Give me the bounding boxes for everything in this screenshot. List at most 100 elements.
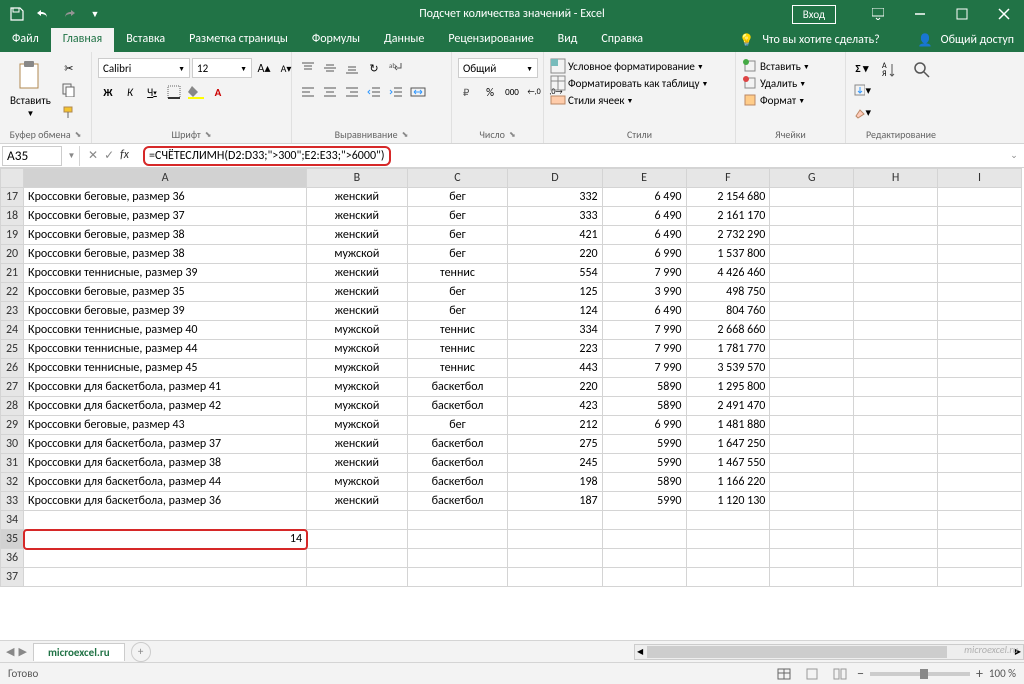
cell[interactable]: бег: [407, 245, 508, 264]
row-header[interactable]: 37: [1, 568, 24, 587]
align-middle-icon[interactable]: [320, 58, 340, 78]
cell[interactable]: [770, 378, 854, 397]
cell[interactable]: [938, 340, 1022, 359]
increase-indent-icon[interactable]: [386, 82, 406, 102]
cell[interactable]: [770, 492, 854, 511]
cell[interactable]: [307, 511, 408, 530]
cell[interactable]: [854, 378, 938, 397]
add-sheet-icon[interactable]: +: [131, 642, 151, 662]
cell[interactable]: [854, 568, 938, 587]
cell[interactable]: [770, 340, 854, 359]
clipboard-launcher-icon[interactable]: ⬊: [75, 130, 82, 140]
row-header[interactable]: 18: [1, 207, 24, 226]
cell[interactable]: [938, 454, 1022, 473]
cell[interactable]: [938, 435, 1022, 454]
share-button[interactable]: Общий доступ: [941, 33, 1014, 47]
cell[interactable]: 4 426 460: [686, 264, 770, 283]
cell[interactable]: Кроссовки для баскетбола, размер 38: [24, 454, 307, 473]
cell[interactable]: [854, 549, 938, 568]
cell[interactable]: баскетбол: [407, 378, 508, 397]
cell[interactable]: [854, 321, 938, 340]
cell[interactable]: бег: [407, 226, 508, 245]
wrap-text-icon[interactable]: ab: [386, 58, 406, 78]
cell[interactable]: [854, 397, 938, 416]
align-launcher-icon[interactable]: ⬊: [402, 130, 409, 140]
tab-home[interactable]: Главная: [51, 28, 114, 52]
cell[interactable]: Кроссовки для баскетбола, размер 41: [24, 378, 307, 397]
tab-next-icon[interactable]: ▶: [18, 645, 26, 658]
align-right-icon[interactable]: [342, 82, 362, 102]
cell[interactable]: [770, 416, 854, 435]
cell[interactable]: 220: [508, 245, 602, 264]
col-header-A[interactable]: A: [24, 169, 307, 188]
row-header[interactable]: 35: [1, 530, 24, 549]
align-left-icon[interactable]: [298, 82, 318, 102]
cell[interactable]: [770, 321, 854, 340]
cell[interactable]: 245: [508, 454, 602, 473]
row-header[interactable]: 17: [1, 188, 24, 207]
cell[interactable]: Кроссовки беговые, размер 38: [24, 245, 307, 264]
cell[interactable]: [938, 302, 1022, 321]
cell[interactable]: [938, 511, 1022, 530]
italic-button[interactable]: К: [120, 82, 140, 102]
format-painter-icon[interactable]: [59, 102, 79, 122]
cell[interactable]: Кроссовки теннисные, размер 45: [24, 359, 307, 378]
cells-format-button[interactable]: Формат▼: [742, 92, 805, 108]
percent-icon[interactable]: %: [480, 82, 500, 102]
increase-font-icon[interactable]: A▴: [254, 58, 274, 78]
cell[interactable]: [407, 511, 508, 530]
cell[interactable]: 1 537 800: [686, 245, 770, 264]
align-center-icon[interactable]: [320, 82, 340, 102]
cell[interactable]: 6 990: [602, 245, 686, 264]
cell[interactable]: Кроссовки беговые, размер 37: [24, 207, 307, 226]
cell[interactable]: Кроссовки беговые, размер 39: [24, 302, 307, 321]
tab-help[interactable]: Справка: [589, 28, 655, 52]
cell[interactable]: мужской: [307, 378, 408, 397]
cell[interactable]: [770, 454, 854, 473]
cell[interactable]: 2 161 170: [686, 207, 770, 226]
cell[interactable]: 187: [508, 492, 602, 511]
cell[interactable]: женский: [307, 283, 408, 302]
cell[interactable]: [770, 435, 854, 454]
cell[interactable]: бег: [407, 188, 508, 207]
format-table-button[interactable]: Форматировать как таблицу▼: [550, 75, 708, 91]
ribbon-options-icon[interactable]: [858, 0, 898, 28]
cell[interactable]: [770, 226, 854, 245]
cell[interactable]: 6 490: [602, 302, 686, 321]
cell[interactable]: Кроссовки беговые, размер 38: [24, 226, 307, 245]
cell[interactable]: бег: [407, 302, 508, 321]
font-size-combo[interactable]: 12▼: [192, 58, 252, 78]
merge-icon[interactable]: [408, 82, 428, 102]
cell[interactable]: [770, 245, 854, 264]
cut-icon[interactable]: ✂: [59, 58, 79, 78]
tab-formulas[interactable]: Формулы: [300, 28, 372, 52]
cell[interactable]: 7 990: [602, 321, 686, 340]
tab-layout[interactable]: Разметка страницы: [177, 28, 300, 52]
cell[interactable]: 334: [508, 321, 602, 340]
col-header-C[interactable]: C: [407, 169, 508, 188]
cell[interactable]: 804 760: [686, 302, 770, 321]
cell[interactable]: мужской: [307, 245, 408, 264]
login-button[interactable]: Вход: [792, 5, 836, 24]
cell[interactable]: [938, 378, 1022, 397]
cell[interactable]: 1 467 550: [686, 454, 770, 473]
name-box-dropdown-icon[interactable]: ▼: [64, 146, 80, 166]
cell[interactable]: мужской: [307, 473, 408, 492]
cell[interactable]: 1 295 800: [686, 378, 770, 397]
cell[interactable]: [854, 226, 938, 245]
row-header[interactable]: 25: [1, 340, 24, 359]
cell[interactable]: баскетбол: [407, 473, 508, 492]
cell[interactable]: 5890: [602, 473, 686, 492]
cell[interactable]: женский: [307, 264, 408, 283]
cell[interactable]: женский: [307, 492, 408, 511]
row-header[interactable]: 19: [1, 226, 24, 245]
tab-file[interactable]: Файл: [0, 28, 51, 52]
cell[interactable]: 125: [508, 283, 602, 302]
row-header[interactable]: 28: [1, 397, 24, 416]
paste-button[interactable]: Вставить ▼: [6, 58, 55, 121]
cell[interactable]: 5990: [602, 454, 686, 473]
cell[interactable]: [407, 530, 508, 549]
cell[interactable]: женский: [307, 188, 408, 207]
cell[interactable]: 7 990: [602, 359, 686, 378]
col-header-G[interactable]: G: [770, 169, 854, 188]
